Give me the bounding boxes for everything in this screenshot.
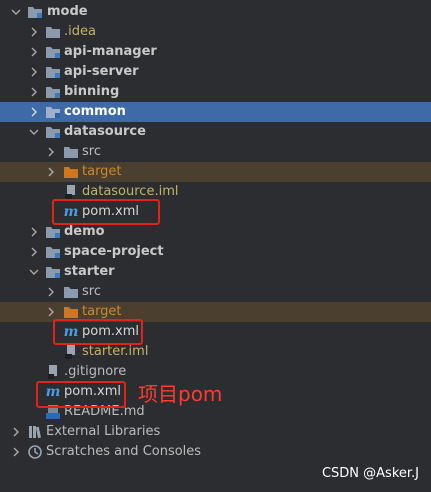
chevron-right-icon[interactable]	[11, 447, 21, 457]
folder-icon	[63, 285, 79, 299]
tree-item-external-libraries[interactable]: External Libraries	[0, 422, 431, 442]
chevron-right-icon[interactable]	[29, 27, 39, 37]
tree-item-starter-src[interactable]: src	[0, 282, 431, 302]
module-folder-icon	[27, 5, 43, 19]
tree-item-label: starter	[64, 264, 115, 279]
tree-item-space-project[interactable]: space-project	[0, 242, 431, 262]
tree-item-label: datasource	[64, 124, 146, 139]
chevron-right-icon[interactable]	[29, 47, 39, 57]
chevron-right-icon[interactable]	[11, 427, 21, 437]
tree-item-root[interactable]: mode	[0, 2, 431, 22]
tree-item-binning[interactable]: binning	[0, 82, 431, 102]
folder-icon	[45, 25, 61, 39]
iml-file-icon	[63, 185, 79, 199]
tree-item-label: api-manager	[64, 44, 157, 59]
scratches-icon	[27, 445, 43, 459]
tree-item-api-server[interactable]: api-server	[0, 62, 431, 82]
excluded-folder-icon	[63, 305, 79, 319]
module-folder-icon	[45, 45, 61, 59]
tree-item-label: space-project	[64, 244, 164, 259]
chevron-right-icon[interactable]	[29, 227, 39, 237]
module-folder-icon	[45, 85, 61, 99]
tree-item-starter-iml[interactable]: starter.iml	[0, 342, 431, 362]
chevron-right-icon[interactable]	[46, 167, 56, 177]
tree-item-demo[interactable]: demo	[0, 222, 431, 242]
chevron-right-icon[interactable]	[29, 87, 39, 97]
chevron-right-icon[interactable]	[29, 247, 39, 257]
libraries-icon	[27, 425, 43, 439]
chevron-down-icon[interactable]	[29, 267, 39, 277]
tree-item-label: .idea	[64, 24, 96, 39]
watermark: CSDN @Asker.J	[321, 466, 419, 481]
module-folder-icon	[45, 225, 61, 239]
chevron-right-icon[interactable]	[46, 287, 56, 297]
tree-item-scratches[interactable]: Scratches and Consoles	[0, 442, 431, 462]
folder-icon	[63, 145, 79, 159]
module-folder-icon	[45, 245, 61, 259]
tree-item-label: External Libraries	[46, 424, 161, 439]
highlight-box-datasource-pom	[52, 199, 160, 225]
tree-item-label: api-server	[64, 64, 139, 79]
tree-item-label: binning	[64, 84, 120, 99]
tree-item-label: src	[82, 284, 101, 299]
tree-item-datasource[interactable]: datasource	[0, 122, 431, 142]
module-folder-icon	[45, 65, 61, 79]
chevron-down-icon[interactable]	[29, 127, 39, 137]
tree-item-label: Scratches and Consoles	[46, 444, 202, 459]
annotation-label: 项目pom	[138, 382, 223, 406]
tree-item-label: demo	[64, 224, 105, 239]
module-folder-icon	[45, 125, 61, 139]
highlight-box-root-pom	[36, 381, 126, 408]
text-file-icon	[45, 365, 61, 379]
tree-item-idea[interactable]: .idea	[0, 22, 431, 42]
tree-item-datasource-src[interactable]: src	[0, 142, 431, 162]
tree-item-label: src	[82, 144, 101, 159]
iml-file-icon	[63, 345, 79, 359]
module-folder-icon	[45, 265, 61, 279]
chevron-right-icon[interactable]	[46, 147, 56, 157]
tree-item-label: common	[64, 104, 126, 119]
tree-item-common[interactable]: common	[0, 102, 431, 122]
tree-item-api-manager[interactable]: api-manager	[0, 42, 431, 62]
chevron-down-icon[interactable]	[11, 7, 21, 17]
tree-item-datasource-target[interactable]: target	[0, 162, 431, 182]
tree-item-starter[interactable]: starter	[0, 262, 431, 282]
tree-item-label: .gitignore	[64, 364, 127, 379]
highlight-box-starter-pom	[53, 319, 143, 345]
chevron-right-icon[interactable]	[29, 67, 39, 77]
module-folder-icon	[45, 105, 61, 119]
tree-item-label: mode	[47, 4, 88, 19]
tree-item-label: target	[82, 164, 122, 179]
chevron-right-icon[interactable]	[29, 107, 39, 117]
chevron-right-icon[interactable]	[46, 307, 56, 317]
excluded-folder-icon	[63, 165, 79, 179]
tree-item-label: starter.iml	[82, 344, 149, 359]
tree-item-gitignore[interactable]: .gitignore	[0, 362, 431, 382]
